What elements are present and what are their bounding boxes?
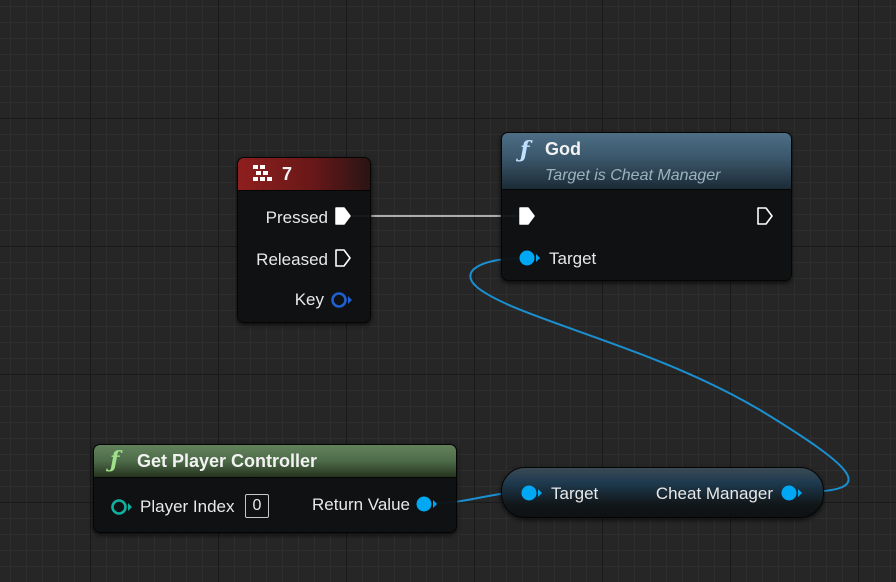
god-node-title: God: [545, 139, 581, 159]
released-exec-pin[interactable]: [334, 248, 352, 268]
get-player-controller-title: Get Player Controller: [137, 451, 318, 471]
keyboard-icon: [252, 164, 274, 184]
function-icon: ƒ: [520, 137, 530, 163]
player-index-pin[interactable]: [110, 498, 134, 516]
get-player-controller-header[interactable]: ƒ Get Player Controller: [94, 445, 456, 478]
cheat-manager-output-label: Cheat Manager: [655, 484, 773, 503]
god-target-label: Target: [549, 249, 597, 268]
god-node-header[interactable]: ƒ God Target is Cheat Manager: [502, 133, 791, 190]
pressed-pin-label: Pressed: [265, 208, 328, 227]
player-index-input[interactable]: 0: [245, 494, 269, 518]
god-exec-in-pin[interactable]: [518, 206, 536, 226]
god-function-node[interactable]: ƒ God Target is Cheat Manager Target: [501, 132, 792, 281]
released-pin-label: Released: [256, 250, 328, 269]
pressed-exec-pin[interactable]: [334, 206, 352, 226]
cheat-manager-getter-node[interactable]: Target Cheat Manager: [501, 467, 824, 518]
player-index-label: Player Index: [140, 497, 235, 516]
god-node-subtitle: Target is Cheat Manager: [545, 167, 721, 184]
key-event-node-header[interactable]: 7: [238, 158, 370, 191]
function-icon: ƒ: [110, 447, 120, 473]
return-value-pin[interactable]: [415, 495, 439, 513]
key-struct-pin[interactable]: [330, 291, 354, 309]
god-exec-out-pin[interactable]: [756, 206, 774, 226]
cheat-manager-target-pin[interactable]: [520, 484, 544, 502]
key-pin-label: Key: [294, 290, 324, 309]
return-value-label: Return Value: [312, 495, 410, 514]
data-wire-cheat-manager-to-target: [469, 257, 850, 493]
god-target-pin[interactable]: [518, 249, 542, 267]
cheat-manager-output-pin[interactable]: [780, 484, 804, 502]
key-event-title: 7: [282, 164, 293, 184]
key-event-node-7[interactable]: 7 Pressed Released Key: [237, 157, 371, 323]
cheat-manager-target-label: Target: [551, 484, 599, 503]
get-player-controller-node[interactable]: ƒ Get Player Controller Player Index 0 R…: [93, 444, 457, 533]
